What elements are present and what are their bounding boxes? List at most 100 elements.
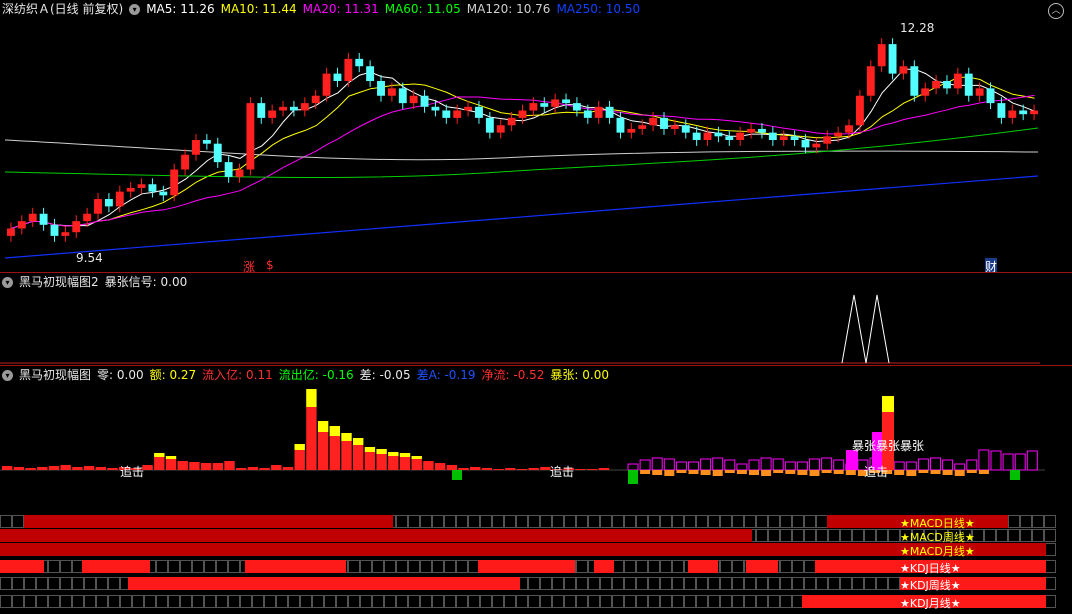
collapse-icon[interactable]: ▾ bbox=[2, 277, 13, 288]
flow-bar-top bbox=[388, 452, 399, 456]
status-cell bbox=[336, 595, 348, 608]
kline-chart[interactable] bbox=[0, 0, 1072, 272]
outline-bar bbox=[627, 463, 639, 471]
status-cell bbox=[48, 560, 60, 573]
status-cell bbox=[504, 515, 516, 528]
collapse-icon[interactable]: ▾ bbox=[129, 4, 141, 15]
candle-body bbox=[398, 88, 407, 104]
candle-body bbox=[148, 184, 157, 192]
neg-bar bbox=[906, 470, 917, 476]
candle-body bbox=[420, 95, 429, 107]
outline-bar bbox=[1002, 453, 1014, 471]
status-cell bbox=[588, 577, 600, 590]
candle-body bbox=[224, 162, 233, 177]
outline-bar bbox=[893, 461, 905, 471]
kline-header: 深纺织Ａ(日线 前复权) ▾ MA5: 11.26 MA10: 11.44 MA20: … bbox=[0, 0, 652, 18]
window-toggle-icon[interactable]: ︿ bbox=[1048, 3, 1064, 19]
status-cell bbox=[804, 577, 816, 590]
collapse-icon[interactable]: ▾ bbox=[2, 370, 13, 381]
status-cell bbox=[312, 595, 324, 608]
status-cell bbox=[384, 595, 396, 608]
annotation-zhuiji: 追击 bbox=[864, 465, 889, 479]
candle-body bbox=[409, 95, 418, 104]
flow-bar bbox=[271, 465, 282, 470]
flow-bar bbox=[72, 467, 83, 470]
status-cell bbox=[516, 515, 528, 528]
status-block bbox=[478, 560, 575, 573]
candle-body bbox=[638, 125, 647, 129]
status-cell bbox=[1044, 560, 1056, 573]
candle-body bbox=[572, 103, 581, 111]
signal-pane[interactable]: ▾ 黑马初现幅图2 暴张信号: 0.00 bbox=[0, 273, 1072, 365]
candle-body bbox=[50, 224, 59, 236]
flow-pane[interactable]: ▾ 黑马初现幅图 零: 0.00 额: 0.27 流入亿: 0.11 流出亿: -0.16… bbox=[0, 366, 1072, 514]
status-cell bbox=[60, 560, 72, 573]
status-block bbox=[24, 515, 393, 528]
status-cell bbox=[612, 560, 624, 573]
status-cell bbox=[612, 515, 624, 528]
neg-bar bbox=[652, 470, 663, 475]
status-cell bbox=[1020, 515, 1032, 528]
flow-bar bbox=[528, 468, 539, 470]
candle-body bbox=[747, 128, 756, 133]
status-cell bbox=[672, 515, 684, 528]
candle-body bbox=[1019, 110, 1028, 115]
flow-bar bbox=[60, 465, 71, 470]
status-cell bbox=[672, 595, 684, 608]
status-cell bbox=[612, 595, 624, 608]
status-cell bbox=[624, 515, 636, 528]
candle-body bbox=[507, 117, 516, 126]
status-cell bbox=[276, 595, 288, 608]
status-cell bbox=[684, 595, 696, 608]
flow-bar bbox=[189, 462, 200, 470]
status-cell bbox=[732, 515, 744, 528]
candle-body bbox=[170, 169, 179, 196]
flow-bar-top bbox=[399, 453, 411, 457]
status-cell bbox=[492, 595, 504, 608]
status-cell bbox=[456, 560, 468, 573]
status-cell bbox=[372, 560, 384, 573]
status-cell bbox=[432, 515, 444, 528]
status-cell bbox=[0, 577, 12, 590]
status-block bbox=[302, 529, 752, 542]
candle-body bbox=[115, 191, 124, 207]
status-cell bbox=[660, 595, 672, 608]
candle-body bbox=[681, 125, 690, 133]
flow-bar bbox=[598, 468, 610, 470]
status-cell bbox=[96, 595, 108, 608]
annotation-zhuiji: 追击 bbox=[550, 465, 575, 479]
status-cell bbox=[564, 515, 576, 528]
status-block bbox=[128, 577, 520, 590]
ma-legend-item: MA120: 10.76 bbox=[466, 2, 551, 16]
flow-bar bbox=[282, 467, 294, 470]
candle-body bbox=[366, 66, 375, 81]
outline-bar bbox=[796, 461, 808, 471]
status-cell bbox=[588, 595, 600, 608]
candle-body bbox=[583, 110, 592, 118]
neg-bar bbox=[688, 470, 699, 474]
candle-body bbox=[453, 110, 462, 118]
neg-bar bbox=[773, 470, 784, 473]
status-cell bbox=[420, 595, 432, 608]
status-cell bbox=[888, 577, 900, 590]
status-cell bbox=[768, 515, 780, 528]
candle-body bbox=[910, 66, 919, 96]
neg-bar bbox=[700, 470, 711, 475]
outline-bar bbox=[712, 457, 724, 471]
flow-bar bbox=[341, 441, 352, 470]
candle-body bbox=[529, 103, 538, 111]
flow-legend: 零: 0.00 额: 0.27 流入亿: 0.11 流出亿: -0.16 差: -0.0… bbox=[97, 368, 615, 382]
status-cell bbox=[444, 560, 456, 573]
outline-bar bbox=[905, 461, 917, 471]
status-cell bbox=[456, 515, 468, 528]
ma-legend: MA5: 11.26 MA10: 11.44 MA20: 11.31 MA60: 11… bbox=[146, 2, 646, 16]
flow-legend-item: 暴张: 0.00 bbox=[550, 368, 609, 382]
status-block bbox=[0, 529, 302, 542]
candle-body bbox=[496, 125, 505, 133]
status-cell bbox=[396, 595, 408, 608]
ma-legend-item: MA20: 11.31 bbox=[302, 2, 379, 16]
status-cell bbox=[228, 595, 240, 608]
kline-pane[interactable]: 深纺织Ａ(日线 前复权) ▾ MA5: 11.26 MA10: 11.44 MA20: … bbox=[0, 0, 1072, 275]
status-cell bbox=[180, 595, 192, 608]
status-cell bbox=[1008, 515, 1020, 528]
